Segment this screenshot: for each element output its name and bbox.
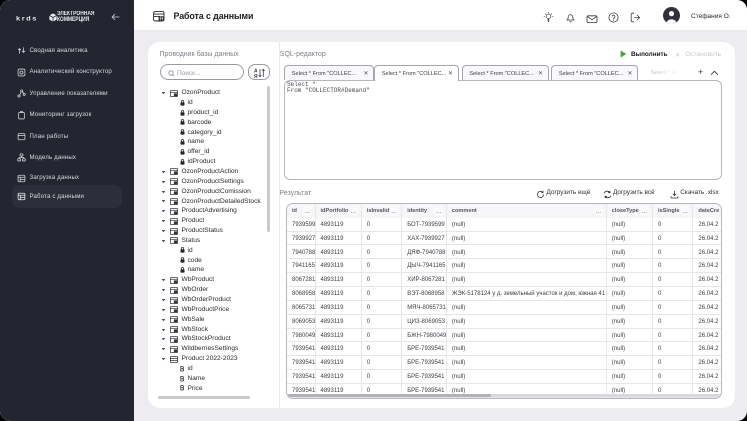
svg-text:Я: Я [254,74,258,78]
